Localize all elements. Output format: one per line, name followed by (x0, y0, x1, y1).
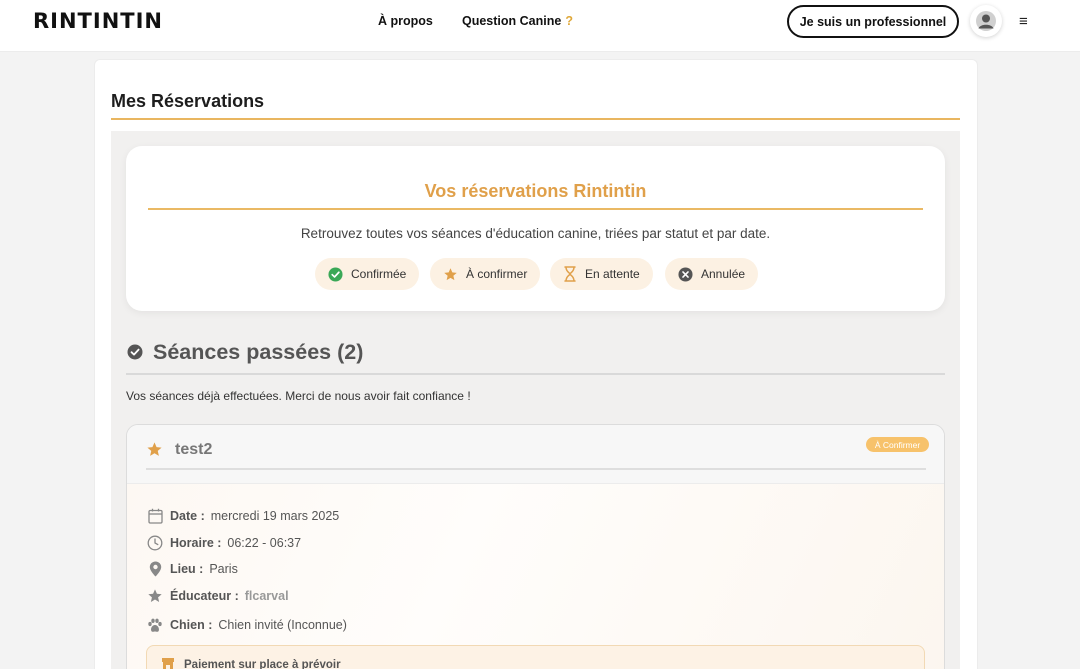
legend-chip-confirmed: Confirmée (315, 258, 420, 290)
payment-notice: Paiement sur place à prévoir (146, 645, 925, 669)
x-circle-icon (678, 266, 693, 282)
nav-question-canine-link[interactable]: Question Canine? (462, 14, 573, 28)
intro-title: Vos réservations Rintintin (424, 181, 647, 201)
reservation-card-body: Date : mercredi 19 mars 2025 Horaire : 0… (127, 484, 944, 669)
hourglass-icon (563, 266, 577, 282)
legend-label: Annulée (701, 267, 746, 281)
paw-icon (147, 617, 163, 633)
clock-icon (147, 535, 163, 551)
educator-label: Éducateur : (170, 589, 239, 603)
calendar-icon (147, 508, 163, 524)
section-description: Vos séances déjà effectuées. Merci de no… (126, 389, 471, 403)
dog-value: Chien invité (Inconnue) (218, 618, 347, 632)
legend-label: Confirmée (351, 267, 407, 281)
intro-card: Vos réservations Rintintin Retrouvez tou… (126, 146, 945, 311)
date-value: mercredi 19 mars 2025 (210, 509, 340, 523)
legend-chip-pending: En attente (550, 258, 653, 290)
date-label: Date : (170, 509, 205, 523)
time-row: Horaire : 06:22 - 06:37 (147, 535, 301, 551)
dog-label: Chien : (170, 618, 213, 632)
dog-row: Chien : Chien invité (Inconnue) (147, 617, 347, 633)
question-mark-icon: ? (565, 14, 573, 28)
educator-row: Éducateur : flcarval (147, 588, 289, 604)
date-row: Date : mercredi 19 mars 2025 (147, 508, 339, 524)
legend-label: À confirmer (466, 267, 528, 281)
section-title: Séances passées (2) (153, 340, 364, 364)
star-icon (147, 588, 163, 604)
store-icon (161, 657, 175, 669)
intro-divider (148, 208, 923, 210)
professional-button[interactable]: Je suis un professionnel (787, 5, 959, 38)
check-circle-icon (328, 266, 343, 282)
map-pin-icon (147, 561, 163, 577)
intro-text: Retrouvez toutes vos séances d'éducation… (300, 226, 771, 241)
user-avatar[interactable] (970, 5, 1002, 37)
reservation-name: test2 (175, 441, 213, 458)
check-circle-icon (127, 344, 143, 365)
legend-label: En attente (585, 267, 640, 281)
star-icon (146, 441, 163, 463)
status-badge: À Confirmer (866, 437, 929, 452)
user-avatar-icon (976, 11, 996, 31)
header-divider (146, 468, 926, 470)
place-row: Lieu : Paris (147, 561, 238, 577)
star-icon (443, 267, 458, 282)
reservation-card-header: test2 À Confirmer (127, 425, 944, 484)
legend-chip-cancelled: Annulée (665, 258, 759, 290)
page-title: Mes Réservations (111, 91, 265, 111)
hamburger-menu-icon[interactable]: ≡ (1019, 13, 1028, 30)
time-value: 06:22 - 06:37 (227, 536, 302, 550)
educator-value[interactable]: flcarval (245, 589, 289, 603)
place-value: Paris (209, 562, 238, 576)
rintintin-logo[interactable]: RINTINTIN (33, 9, 163, 33)
section-divider (126, 373, 945, 375)
legend-chip-to-confirm: À confirmer (430, 258, 541, 290)
nav-question-label: Question Canine (462, 14, 562, 28)
nav-about-link[interactable]: À propos (378, 14, 433, 28)
place-label: Lieu : (170, 562, 204, 576)
title-divider (111, 118, 960, 120)
time-label: Horaire : (170, 536, 222, 550)
reservation-card[interactable]: test2 À Confirmer Date : mercredi 19 mar… (126, 424, 945, 669)
top-navigation-bar: RINTINTIN À propos Question Canine? Je s… (0, 0, 1080, 52)
payment-text: Paiement sur place à prévoir (184, 659, 341, 669)
